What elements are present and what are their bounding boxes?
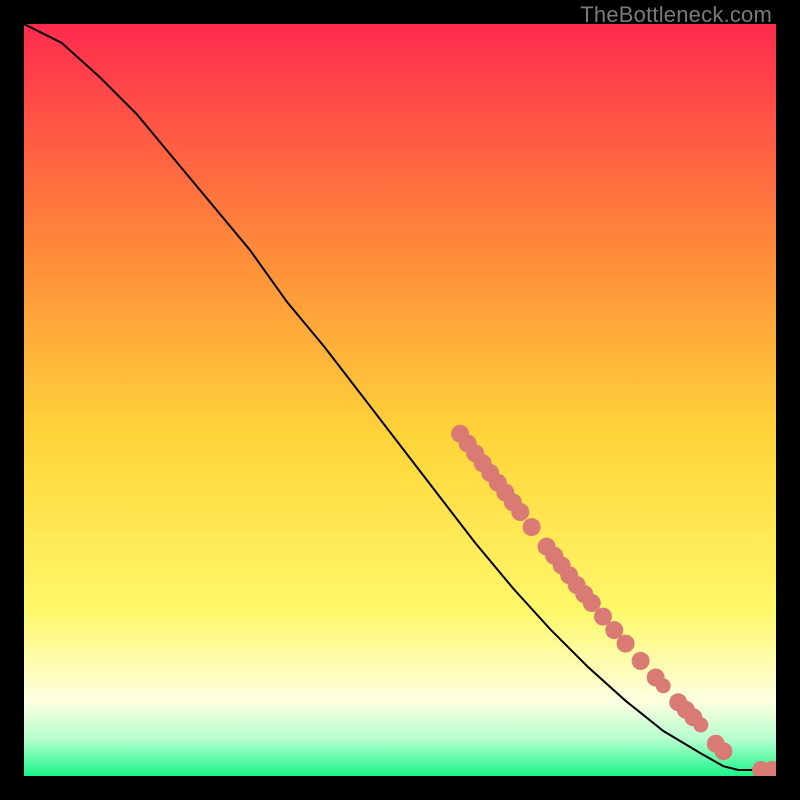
data-dot xyxy=(632,652,650,670)
data-dot xyxy=(523,518,541,536)
data-dot xyxy=(656,678,671,693)
data-dot xyxy=(693,717,708,732)
gradient-background xyxy=(24,24,776,776)
data-dot xyxy=(714,742,732,760)
bottleneck-chart xyxy=(24,24,776,776)
data-dot xyxy=(617,635,635,653)
data-dot xyxy=(511,503,529,521)
